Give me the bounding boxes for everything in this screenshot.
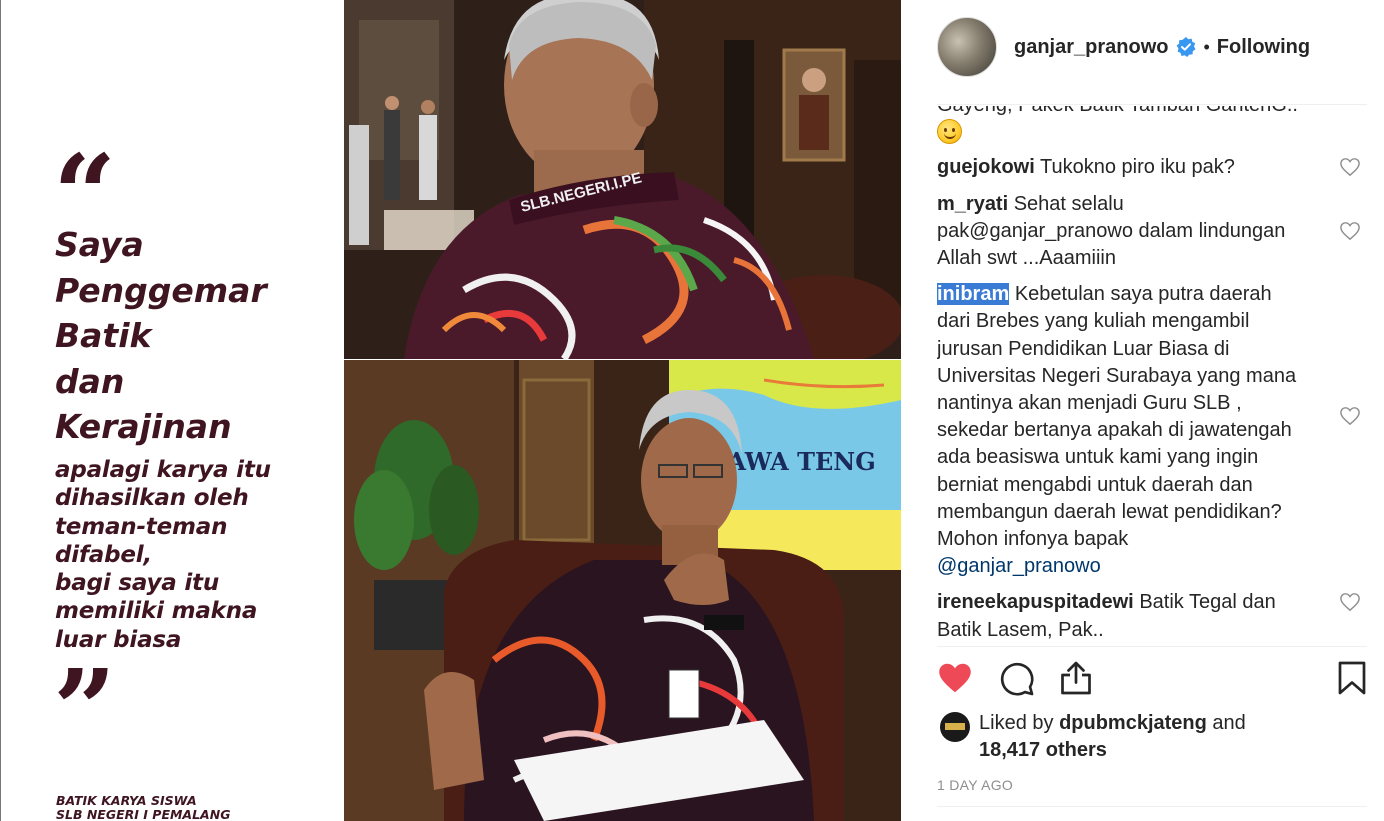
liker-avatar[interactable] (940, 712, 970, 742)
comment-like-heart-icon[interactable] (1339, 406, 1361, 426)
author-username[interactable]: ganjar_pranowo (1014, 36, 1168, 59)
comment-item: Gayeng, Pakek Batik Tambah GantenG.. (937, 106, 1367, 148)
smiling-emoji-icon (937, 119, 962, 145)
comments-divider (937, 646, 1367, 647)
comment-text: Gayeng, Pakek Batik Tambah GantenG.. (937, 106, 1298, 116)
author-avatar[interactable] (937, 17, 997, 77)
footer-divider (937, 806, 1367, 807)
verified-badge-icon (1177, 37, 1196, 57)
comment-item: ireneekapuspitadewi Batik Tegal dan Bati… (937, 589, 1367, 643)
comment-item: inibram Kebetulan saya putra daerah dari… (937, 281, 1367, 580)
photo-top: SLB.NEGERI.I.PE (344, 0, 901, 359)
quote-body: apalagi karya itu dihasilkan oleh teman-… (55, 457, 271, 653)
quote-credit: BATIK KARYA SISWA SLB NEGERI I PEMALANG (56, 793, 231, 821)
comment-item: guejokowi Tukokno piro iku pak? (937, 154, 1367, 181)
photo-bottom-illustration: A JAWA TENG (344, 360, 901, 821)
comment-author[interactable]: ireneekapuspitadewi (937, 591, 1134, 613)
likes-summary: Liked by dpubmckjateng and 18,417 others (940, 710, 1246, 764)
comment-author[interactable]: inibram (937, 283, 1010, 306)
photo-bottom: A JAWA TENG (344, 360, 901, 821)
comment-like-heart-icon[interactable] (1339, 592, 1361, 612)
likes-others-count[interactable]: 18,417 others (979, 739, 1107, 761)
liker-username[interactable]: dpubmckjateng (1059, 712, 1207, 734)
post-header: ganjar_pranowo • Following (937, 17, 1310, 77)
likes-prefix: Liked by (979, 712, 1054, 734)
comment-text: Tukokno piro iku pak? (1040, 156, 1235, 179)
comment-icon[interactable] (999, 661, 1035, 697)
comment-like-heart-icon[interactable] (1339, 157, 1361, 177)
bookmark-icon[interactable] (1335, 660, 1369, 696)
comment-author[interactable]: m_ryati (937, 193, 1008, 215)
quote-title: Saya Penggemar Batik dan Kerajinan (55, 225, 267, 446)
close-quote-mark: ” (53, 645, 117, 774)
following-button[interactable]: Following (1217, 36, 1310, 59)
comment-mention-link[interactable]: @ganjar_pranowo (937, 555, 1101, 577)
comments-list[interactable]: Gayeng, Pakek Batik Tambah GantenG.. gue… (937, 106, 1367, 646)
quote-panel: “ Saya Penggemar Batik dan Kerajinan apa… (0, 0, 343, 821)
likes-text: Liked by dpubmckjateng and 18,417 others (979, 710, 1246, 764)
heart-icon[interactable] (937, 660, 973, 696)
header-separator: • (1203, 36, 1210, 57)
post-sidebar: ganjar_pranowo • Following Gayeng, Pakek… (902, 0, 1384, 821)
post-actions (937, 660, 1367, 700)
post-timestamp[interactable]: 1 DAY AGO (937, 777, 1013, 793)
comment-author[interactable]: guejokowi (937, 156, 1035, 178)
header-divider (937, 104, 1367, 105)
photo-top-illustration: SLB.NEGERI.I.PE (344, 0, 901, 359)
comment-text: Kebetulan saya putra daerah dari Brebes … (937, 283, 1297, 551)
share-icon[interactable] (1058, 660, 1094, 696)
comment-item: m_ryati Sehat selalu pak@ganjar_pranowo … (937, 191, 1367, 273)
comment-like-heart-icon[interactable] (1339, 221, 1361, 241)
likes-connector: and (1212, 712, 1246, 734)
